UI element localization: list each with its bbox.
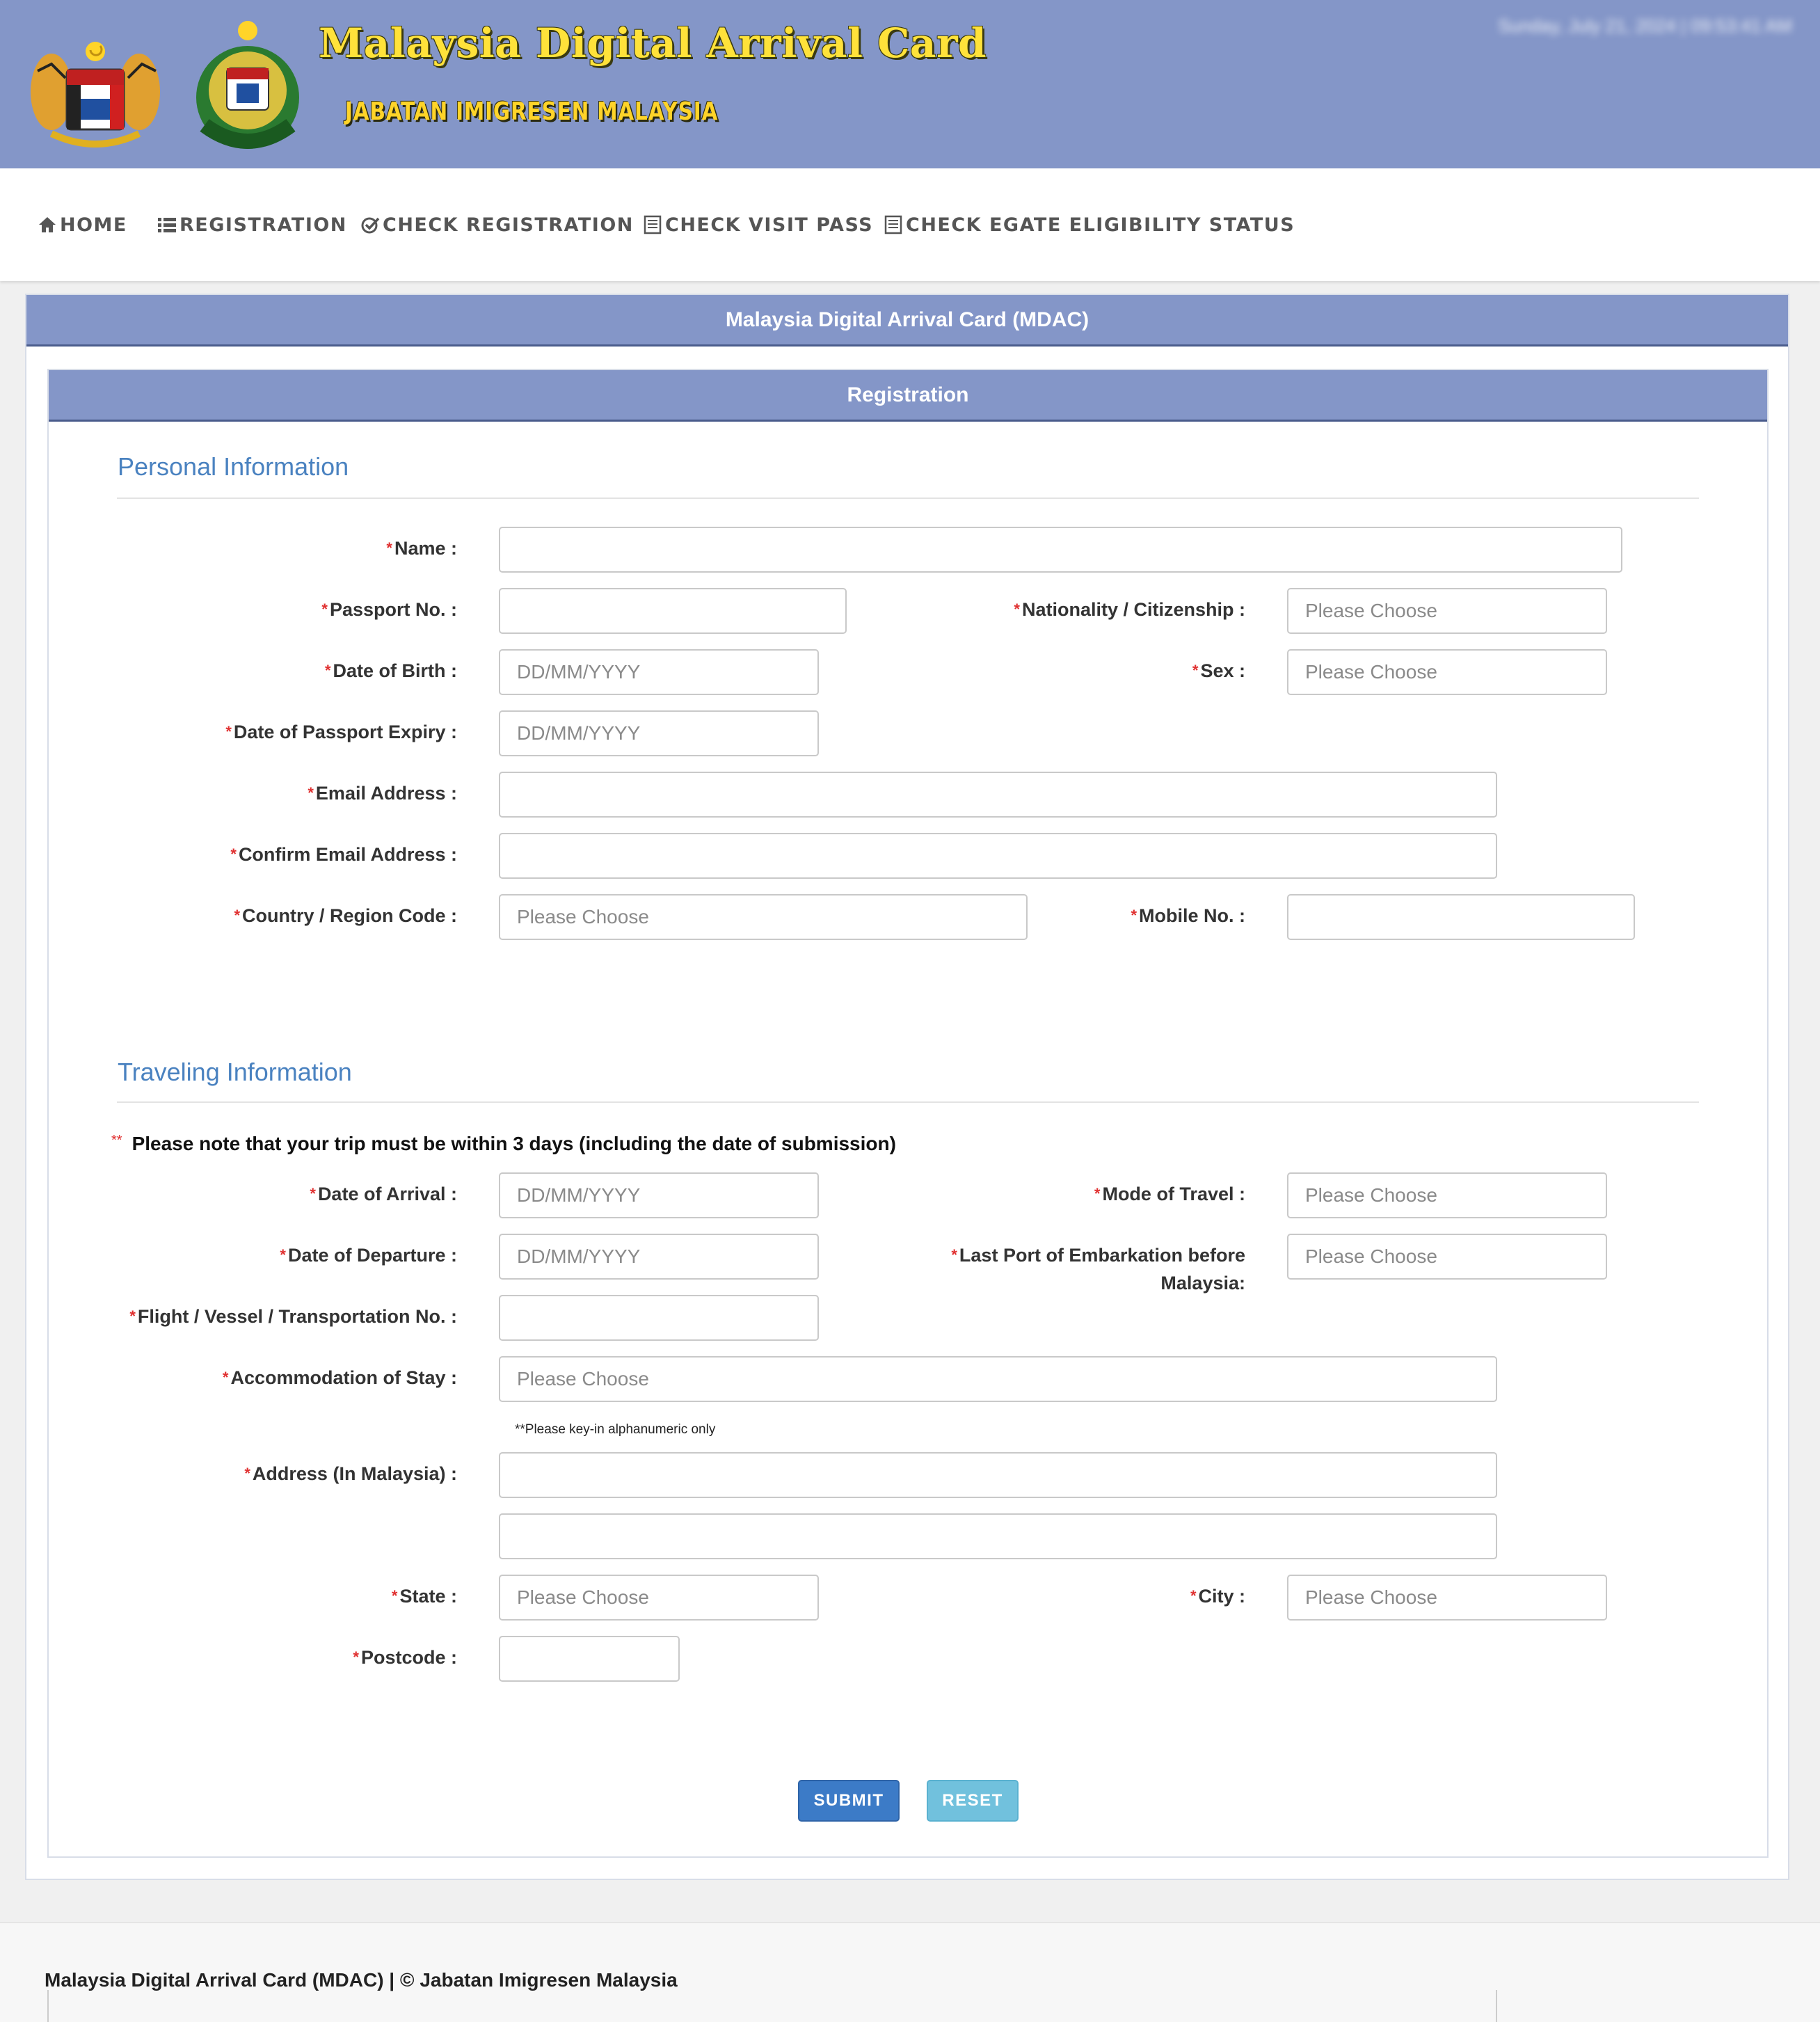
sex-select[interactable]: Please Choose xyxy=(1287,649,1607,695)
dob-input[interactable]: DD/MM/YYYY xyxy=(499,649,819,695)
country-code-select[interactable]: Please Choose xyxy=(499,894,1028,940)
document-icon xyxy=(644,215,662,234)
confirm-email-input[interactable] xyxy=(499,833,1497,879)
nav-registration-label: REGISTRATION xyxy=(179,214,347,236)
main-navigation: HOME REGISTRATION CHECK REGISTRATION CHE… xyxy=(0,168,1820,281)
flight-number-input[interactable] xyxy=(499,1295,819,1341)
address-line2-input[interactable] xyxy=(499,1513,1497,1559)
personal-info-heading: Personal Information xyxy=(118,452,349,481)
document-icon xyxy=(884,215,902,234)
last-port-label: * Last Port of Embarkation before Malaysia… xyxy=(951,1245,1245,1293)
passport-expiry-input[interactable]: DD/MM/YYYY xyxy=(499,710,819,756)
postcode-label: * Postcode : xyxy=(353,1647,457,1668)
nav-check-visit-pass-label: CHECK VISIT PASS xyxy=(665,214,874,236)
nav-check-registration[interactable]: CHECK REGISTRATION xyxy=(360,209,634,241)
travel-mode-label: * Mode of Travel : xyxy=(1094,1184,1245,1204)
nav-check-registration-label: CHECK REGISTRATION xyxy=(383,214,634,236)
footer-copyright: Malaysia Digital Arrival Card (MDAC) | ©… xyxy=(45,1969,678,1991)
postcode-input[interactable] xyxy=(499,1636,680,1682)
city-label: * City : xyxy=(1190,1586,1245,1607)
flight-number-label: * Flight / Vessel / Transportation No. : xyxy=(129,1306,457,1327)
current-datetime: Sunday, July 21, 2024 | 09:53:41 AM xyxy=(1498,15,1792,36)
arrival-date-input[interactable]: DD/MM/YYYY xyxy=(499,1172,819,1218)
passport-input[interactable] xyxy=(499,588,847,634)
name-input[interactable] xyxy=(499,527,1622,573)
submit-button[interactable]: SUBMIT xyxy=(798,1780,900,1822)
overlapping-field-edge xyxy=(47,1990,1497,2022)
section-divider xyxy=(117,1101,1699,1103)
confirm-email-label: * Confirm Email Address : xyxy=(230,844,457,865)
sex-label: * Sex : xyxy=(1192,660,1245,681)
arrival-date-label: * Date of Arrival : xyxy=(310,1184,457,1204)
passport-label: * Passport No. : xyxy=(321,599,457,620)
mdac-panel-title: Malaysia Digital Arrival Card (MDAC) xyxy=(26,295,1788,347)
nav-check-egate-eligibility-label: CHECK EGATE ELIGIBILITY STATUS xyxy=(906,214,1295,236)
departure-date-input[interactable]: DD/MM/YYYY xyxy=(499,1234,819,1280)
address-hint: **Please key-in alphanumeric only xyxy=(515,1422,716,1437)
immigration-department-logo xyxy=(196,21,299,149)
nav-check-egate-eligibility[interactable]: CHECK EGATE ELIGIBILITY STATUS xyxy=(884,209,1295,241)
accommodation-label: * Accommodation of Stay : xyxy=(222,1367,457,1388)
registration-panel-title: Registration xyxy=(49,370,1767,422)
email-input[interactable] xyxy=(499,772,1497,818)
check-circle-icon xyxy=(361,217,380,234)
last-port-select[interactable]: Please Choose xyxy=(1287,1234,1607,1280)
state-select[interactable]: Please Choose xyxy=(499,1575,819,1621)
country-code-label: * Country / Region Code : xyxy=(234,905,457,926)
traveling-info-heading: Traveling Information xyxy=(118,1058,352,1086)
coat-of-arms-logo xyxy=(31,42,160,148)
section-divider xyxy=(117,497,1699,499)
state-label: * State : xyxy=(391,1586,457,1607)
nav-home[interactable]: HOME xyxy=(38,209,127,241)
nav-check-visit-pass[interactable]: CHECK VISIT PASS xyxy=(643,209,873,241)
dob-label: * Date of Birth : xyxy=(324,660,457,681)
accommodation-select[interactable]: Please Choose xyxy=(499,1356,1497,1402)
departure-date-label: * Date of Departure : xyxy=(280,1245,457,1266)
address-label: * Address (In Malaysia) : xyxy=(244,1463,457,1484)
name-label: * Name : xyxy=(386,538,457,559)
nav-registration[interactable]: REGISTRATION xyxy=(157,209,347,241)
email-label: * Email Address : xyxy=(308,783,457,804)
nationality-label: * Nationality / Citizenship : xyxy=(1014,599,1245,620)
home-icon xyxy=(39,217,56,232)
nationality-select[interactable]: Please Choose xyxy=(1287,588,1607,634)
mobile-input[interactable] xyxy=(1287,894,1635,940)
reset-button[interactable]: RESET xyxy=(927,1780,1019,1822)
header-banner: Malaysia Digital Arrival Card JABATAN IM… xyxy=(0,0,1820,168)
city-select[interactable]: Please Choose xyxy=(1287,1575,1607,1621)
app-title: Malaysia Digital Arrival Card xyxy=(319,19,987,67)
list-icon xyxy=(158,218,176,232)
department-name: JABATAN IMIGRESEN MALAYSIA xyxy=(345,97,719,126)
passport-expiry-label: * Date of Passport Expiry : xyxy=(225,722,457,742)
mobile-label: * Mobile No. : xyxy=(1131,905,1245,926)
nav-home-label: HOME xyxy=(60,214,127,236)
trip-window-note: ** Please note that your trip must be wit… xyxy=(111,1133,896,1154)
address-line1-input[interactable] xyxy=(499,1452,1497,1498)
travel-mode-select[interactable]: Please Choose xyxy=(1287,1172,1607,1218)
